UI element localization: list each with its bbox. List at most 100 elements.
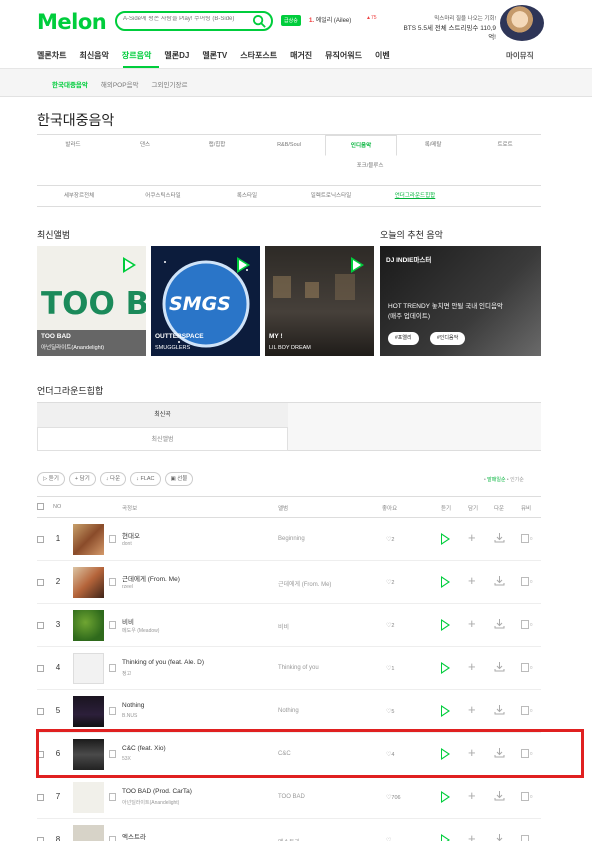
mv-icon[interactable]: [521, 835, 529, 841]
genre-rock[interactable]: 록/메탈: [397, 135, 469, 156]
nav-melon-tv[interactable]: 멜론TV: [202, 50, 227, 61]
nav-latest-music[interactable]: 최신음악: [79, 50, 108, 61]
nav-music-award[interactable]: 뮤직어워드: [325, 50, 362, 61]
row-album-cover[interactable]: [73, 524, 104, 555]
genre-hiphop[interactable]: 랩/힙합: [181, 135, 253, 156]
album-artist[interactable]: 아넌딜라이트(Anandelight): [41, 343, 104, 351]
album-artist[interactable]: SMUGGLERS: [155, 345, 190, 351]
genre-ballad[interactable]: 발라드: [37, 135, 109, 156]
recommendation-card[interactable]: DJ INDIE마스터 HOT TRENDY 놓치면 안될 국내 인디음악 (매…: [380, 246, 541, 356]
download-icon[interactable]: [494, 833, 505, 841]
row-like[interactable]: ♡2: [386, 536, 394, 543]
recommendation-headline[interactable]: HOT TRENDY 놓치면 안될 국내 인디음악 (매주 업데이트): [388, 302, 508, 322]
row-checkbox[interactable]: [37, 837, 44, 841]
tag-button[interactable]: #인디음악: [430, 332, 466, 345]
add-icon[interactable]: +: [468, 832, 476, 841]
table-row[interactable]: 3 비비 메도우 (Meadow) 비비 ♡2 + 0: [37, 604, 541, 647]
row-artist[interactable]: 정고: [122, 670, 131, 677]
play-icon[interactable]: [441, 576, 450, 588]
play-icon[interactable]: [441, 834, 450, 841]
table-row[interactable]: 2 근데에게 (From. Me) rzeel 근데에게 (From. Me) …: [37, 561, 541, 604]
mv-icon[interactable]: [521, 577, 529, 586]
song-info-icon[interactable]: [109, 793, 116, 801]
row-checkbox[interactable]: [37, 708, 44, 715]
mv-icon[interactable]: [521, 792, 529, 801]
song-info-icon[interactable]: [109, 707, 116, 715]
play-icon[interactable]: [441, 533, 450, 545]
download-icon[interactable]: [494, 618, 505, 631]
album-card[interactable]: TOO BAD TOO BAD 아넌딜라이트(Anandelight): [37, 246, 146, 356]
select-all-checkbox[interactable]: [37, 503, 44, 510]
row-song-title[interactable]: 비비: [122, 616, 272, 626]
play-icon[interactable]: [351, 257, 364, 273]
search-input[interactable]: [123, 16, 251, 22]
song-info-icon[interactable]: [109, 836, 116, 841]
row-album-cover[interactable]: [73, 825, 104, 841]
subgenre-electronic[interactable]: 일렉트로닉스타일: [289, 186, 373, 206]
download-button[interactable]: ↓ 다운: [99, 472, 127, 486]
row-checkbox[interactable]: [37, 622, 44, 629]
sort-by-popularity[interactable]: 인기순: [510, 477, 524, 483]
nav-magazine[interactable]: 매거진: [290, 50, 312, 61]
table-row[interactable]: 8 엑스트라 엑스트라 ♡ +: [37, 819, 541, 841]
play-icon[interactable]: [441, 662, 450, 674]
add-icon[interactable]: +: [468, 660, 476, 673]
row-album-cover[interactable]: [73, 567, 104, 598]
row-checkbox[interactable]: [37, 579, 44, 586]
row-album-cover[interactable]: [73, 782, 104, 813]
mv-icon[interactable]: [521, 534, 529, 543]
rising-keyword[interactable]: 1. 에일리 (Ailee): [309, 15, 351, 24]
row-song-title[interactable]: Nothing: [122, 702, 272, 709]
row-song-title[interactable]: Thinking of you (feat. Ale. D): [122, 659, 272, 666]
tab-latest-albums[interactable]: 최신앨범: [37, 427, 288, 451]
row-like[interactable]: ♡1: [386, 665, 394, 672]
add-button[interactable]: + 담기: [68, 472, 96, 486]
row-album-cover[interactable]: [73, 653, 104, 684]
row-artist[interactable]: dont: [122, 541, 132, 547]
row-like[interactable]: ♡5: [386, 708, 394, 715]
album-artist[interactable]: LIL BOY DREAM: [269, 345, 311, 351]
table-row[interactable]: 5 Nothing B.NUS Nothing ♡5 + 0: [37, 690, 541, 733]
download-icon[interactable]: [494, 661, 505, 674]
play-icon[interactable]: [441, 619, 450, 631]
nav-melon-chart[interactable]: 멜론차트: [37, 50, 66, 61]
song-info-icon[interactable]: [109, 578, 116, 586]
row-like[interactable]: ♡2: [386, 622, 394, 629]
row-artist[interactable]: B.NUS: [122, 713, 137, 719]
album-cover[interactable]: SMGS OUTTERSPACE SMUGGLERS: [151, 246, 260, 356]
play-icon[interactable]: [441, 705, 450, 717]
download-icon[interactable]: [494, 790, 505, 803]
row-like[interactable]: ♡706: [386, 794, 401, 801]
row-album[interactable]: TOO BAD: [278, 794, 305, 800]
melon-logo[interactable]: Melon: [37, 10, 107, 34]
song-info-icon[interactable]: [109, 621, 116, 629]
add-icon[interactable]: +: [468, 789, 476, 802]
subgenre-all[interactable]: 세부장르전체: [37, 186, 121, 206]
mv-icon[interactable]: [521, 620, 529, 629]
add-icon[interactable]: +: [468, 703, 476, 716]
subnav-other[interactable]: 그외인기장르: [152, 79, 188, 89]
my-music-link[interactable]: 마이뮤직: [506, 50, 534, 61]
row-album-cover[interactable]: [73, 610, 104, 641]
row-album-cover[interactable]: [73, 696, 104, 727]
listen-button[interactable]: ▷ 듣기: [37, 472, 65, 486]
row-album[interactable]: Thinking of you: [278, 665, 319, 671]
table-row[interactable]: 7 TOO BAD (Prod. CarTa) 아넌딜라이트(Anandelig…: [37, 776, 541, 819]
table-row[interactable]: 4 Thinking of you (feat. Ale. D) 정고 Thin…: [37, 647, 541, 690]
add-icon[interactable]: +: [468, 617, 476, 630]
row-album[interactable]: 근데에게 (From. Me): [278, 579, 331, 588]
nav-genre-music[interactable]: 장르음악: [122, 50, 151, 61]
play-icon[interactable]: [441, 791, 450, 803]
row-artist[interactable]: 메도우 (Meadow): [122, 627, 159, 634]
row-artist[interactable]: 아넌딜라이트(Anandelight): [122, 799, 179, 806]
genre-folk[interactable]: 포크/블루스: [333, 156, 407, 177]
mv-icon[interactable]: [521, 663, 529, 672]
row-song-title[interactable]: TOO BAD (Prod. CarTa): [122, 788, 272, 795]
row-song-title[interactable]: 현대오: [122, 530, 272, 540]
subnav-korean[interactable]: 한국대중음악: [52, 79, 88, 89]
row-like[interactable]: ♡2: [386, 579, 394, 586]
flac-button[interactable]: ↓ FLAC: [130, 472, 161, 486]
tab-latest-songs[interactable]: 최신곡: [37, 403, 288, 427]
add-icon[interactable]: +: [468, 574, 476, 587]
row-album[interactable]: Nothing: [278, 708, 299, 714]
